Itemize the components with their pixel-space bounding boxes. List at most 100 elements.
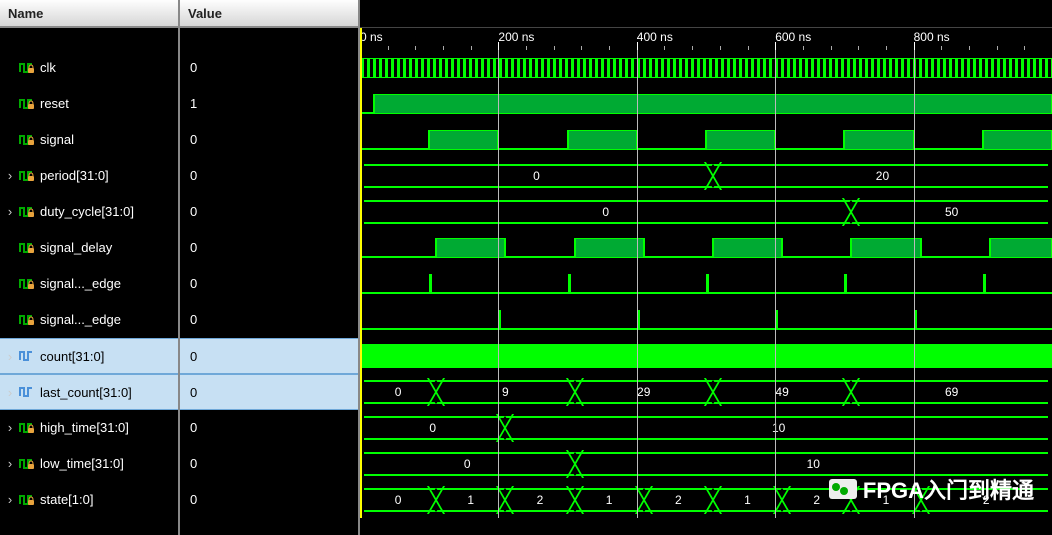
wave-row[interactable]: 010 (360, 410, 1052, 446)
signal-row-name[interactable]: signal_delay (0, 230, 178, 266)
signal-value-label: 0 (190, 204, 197, 219)
bus-value: 29 (575, 380, 713, 404)
signal-row-value[interactable]: 0 (180, 230, 358, 266)
signal-name-label: signal..._edge (40, 276, 121, 291)
bus-value: 0 (360, 380, 436, 404)
signal-name-label: last_count[31:0] (40, 385, 132, 400)
signal-row-value[interactable]: 0 (180, 374, 358, 410)
name-spacer (0, 28, 178, 50)
signal-icon (18, 240, 36, 256)
signal-row-value[interactable]: 0 (180, 410, 358, 446)
ruler-tick-label: 200 ns (498, 30, 534, 44)
wechat-icon (829, 479, 857, 499)
signal-icon (18, 96, 36, 112)
signal-icon (18, 492, 36, 508)
wave-row[interactable] (360, 50, 1052, 86)
signal-row-name[interactable]: reset (0, 86, 178, 122)
signal-row-name[interactable]: › count[31:0] (0, 338, 178, 374)
signal-name-label: high_time[31:0] (40, 420, 129, 435)
wave-row[interactable] (360, 302, 1052, 338)
signal-icon (18, 60, 36, 76)
signal-row-name[interactable]: › last_count[31:0] (0, 374, 178, 410)
signal-value-label: 0 (190, 60, 197, 75)
name-panel: Name clkresetsignal›period[31:0]›duty_cy… (0, 0, 180, 535)
bus-value: 0 (360, 416, 505, 440)
bus-value: 1 (713, 488, 782, 512)
wave-row[interactable]: 09294969 (360, 374, 1052, 410)
signal-icon (18, 384, 36, 400)
bus-value: 10 (505, 416, 1052, 440)
expand-icon[interactable]: › (4, 168, 16, 183)
wave-row[interactable] (360, 338, 1052, 374)
expand-icon[interactable]: › (4, 349, 16, 364)
waveform-panel[interactable]: 0 ns200 ns400 ns600 ns800 ns 02005009294… (360, 0, 1052, 535)
signal-name-label: reset (40, 96, 69, 111)
expand-icon[interactable]: › (4, 420, 16, 435)
time-ruler[interactable]: 0 ns200 ns400 ns600 ns800 ns (360, 28, 1052, 50)
signal-value-label: 0 (190, 456, 197, 471)
bus-value: 1 (575, 488, 644, 512)
signal-value-label: 0 (190, 312, 197, 327)
signal-row-value[interactable]: 1 (180, 86, 358, 122)
bus-value: 0 (360, 452, 575, 476)
signal-icon (18, 312, 36, 328)
signal-row-name[interactable]: signal..._edge (0, 266, 178, 302)
signal-row-value[interactable]: 0 (180, 482, 358, 518)
time-cursor[interactable] (360, 28, 362, 518)
signal-row-name[interactable]: › state[1:0] (0, 482, 178, 518)
signal-row-value[interactable]: 0 (180, 446, 358, 482)
bus-value: 50 (851, 200, 1052, 224)
signal-row-value[interactable]: 0 (180, 50, 358, 86)
signal-value-label: 0 (190, 132, 197, 147)
signal-name-label: period[31:0] (40, 168, 109, 183)
signal-row-value[interactable]: 0 (180, 338, 358, 374)
signal-row-name[interactable]: signal..._edge (0, 302, 178, 338)
signal-row-name[interactable]: ›low_time[31:0] (0, 446, 178, 482)
signal-icon (18, 348, 36, 364)
bus-value: 9 (436, 380, 574, 404)
wave-row[interactable] (360, 86, 1052, 122)
signal-value-label: 0 (190, 420, 197, 435)
bus-value: 1 (436, 488, 505, 512)
bus-value: 49 (713, 380, 851, 404)
wave-row[interactable]: 020 (360, 158, 1052, 194)
expand-icon[interactable]: › (4, 385, 16, 400)
signal-name-label: state[1:0] (40, 492, 93, 507)
wave-row[interactable]: 050 (360, 194, 1052, 230)
ruler-tick-label: 800 ns (914, 30, 950, 44)
signal-row-name[interactable]: signal (0, 122, 178, 158)
expand-icon[interactable]: › (4, 204, 16, 219)
wave-header (360, 0, 1052, 28)
waveform-body[interactable]: 02005009294969010010012121212 (360, 50, 1052, 518)
wave-row[interactable] (360, 266, 1052, 302)
signal-row-value[interactable]: 0 (180, 266, 358, 302)
value-header: Value (180, 0, 358, 28)
expand-icon[interactable]: › (4, 492, 16, 507)
bus-value: 0 (360, 200, 851, 224)
signal-name-label: duty_cycle[31:0] (40, 204, 134, 219)
signal-row-name[interactable]: › duty_cycle[31:0] (0, 194, 178, 230)
wave-row[interactable] (360, 230, 1052, 266)
signal-name-label: count[31:0] (40, 349, 104, 364)
signal-row-value[interactable]: 0 (180, 302, 358, 338)
wave-row[interactable] (360, 122, 1052, 158)
signal-value-label: 0 (190, 276, 197, 291)
bus-value: 0 (360, 488, 436, 512)
expand-icon[interactable]: › (4, 456, 16, 471)
signal-value-label: 0 (190, 349, 197, 364)
bus-value: 20 (713, 164, 1052, 188)
value-spacer (180, 28, 358, 50)
value-panel: Value 0 1 0 0 0 0 0 0 0 0 0 0 0 (180, 0, 360, 535)
signal-value-label: 0 (190, 168, 197, 183)
signal-row-value[interactable]: 0 (180, 158, 358, 194)
signal-icon (18, 132, 36, 148)
signal-row-value[interactable]: 0 (180, 122, 358, 158)
signal-row-value[interactable]: 0 (180, 194, 358, 230)
watermark: FPGA入门到精通 (829, 473, 1034, 505)
bus-value: 2 (505, 488, 574, 512)
signal-row-name[interactable]: › period[31:0] (0, 158, 178, 194)
signal-row-name[interactable]: › high_time[31:0] (0, 410, 178, 446)
signal-row-name[interactable]: clk (0, 50, 178, 86)
ruler-tick-label: 0 ns (360, 30, 383, 44)
signal-value-label: 0 (190, 385, 197, 400)
